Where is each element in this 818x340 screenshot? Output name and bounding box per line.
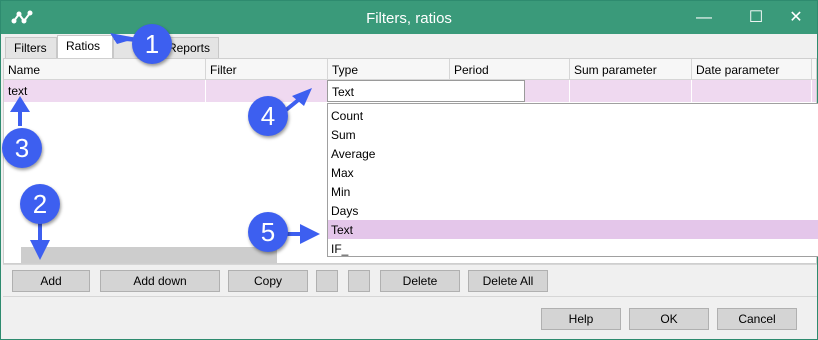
cell-date-parameter[interactable]: [692, 80, 812, 102]
copy-button[interactable]: Copy: [228, 270, 308, 292]
type-option-average[interactable]: Average: [328, 144, 818, 163]
callout-1: 1: [132, 24, 172, 64]
dialog-footer: Help OK Cancel: [3, 296, 817, 339]
type-option-if[interactable]: IF_: [328, 239, 818, 258]
callout-4: 4: [248, 96, 288, 136]
type-option-text[interactable]: Text: [328, 220, 818, 239]
callout-2: 2: [20, 184, 60, 224]
help-button[interactable]: Help: [541, 308, 621, 330]
column-header-type[interactable]: Type: [328, 59, 450, 80]
tab-ratios[interactable]: Ratios: [57, 35, 113, 58]
type-option-max[interactable]: Max: [328, 163, 818, 182]
tab-bar: Filters Ratios Reports: [3, 35, 817, 58]
grid-toolbar: Add Add down Copy Delete Delete All: [3, 264, 817, 294]
tab-filters-label: Filters: [14, 41, 47, 55]
type-option-min[interactable]: Min: [328, 182, 818, 201]
cell-sum-parameter[interactable]: [570, 80, 692, 102]
type-option-count[interactable]: Count: [328, 106, 818, 125]
add-button[interactable]: Add: [12, 270, 90, 292]
type-combobox[interactable]: Text: [327, 80, 525, 102]
tab-reports-label: Reports: [167, 41, 210, 55]
column-header-period[interactable]: Period: [450, 59, 570, 80]
grid-header: Name Filter Type Period Sum parameter Da…: [4, 59, 816, 80]
column-header-date-parameter[interactable]: Date parameter: [692, 59, 812, 80]
column-header-sum-parameter[interactable]: Sum parameter: [570, 59, 692, 80]
type-dropdown-list: Count Sum Average Max Min Days Text IF_: [327, 103, 818, 257]
type-option-days[interactable]: Days: [328, 201, 818, 220]
move-up-button[interactable]: [316, 270, 338, 292]
tab-ratios-label: Ratios: [66, 39, 101, 53]
callout-5: 5: [248, 212, 288, 252]
ok-button[interactable]: OK: [629, 308, 709, 330]
callout-3: 3: [2, 128, 42, 168]
title-bar: Filters, ratios — ☐ ✕: [1, 1, 817, 34]
close-icon[interactable]: ✕: [773, 1, 818, 34]
delete-all-button[interactable]: Delete All: [468, 270, 548, 292]
type-option-sum[interactable]: Sum: [328, 125, 818, 144]
delete-button[interactable]: Delete: [380, 270, 460, 292]
cell-name[interactable]: text: [4, 80, 206, 102]
add-down-button[interactable]: Add down: [100, 270, 220, 292]
column-header-name[interactable]: Name: [4, 59, 206, 80]
move-down-button[interactable]: [348, 270, 370, 292]
tab-filters[interactable]: Filters: [5, 37, 57, 58]
column-header-filter[interactable]: Filter: [206, 59, 328, 80]
cancel-button[interactable]: Cancel: [717, 308, 797, 330]
minimize-icon[interactable]: —: [681, 1, 727, 34]
filters-ratios-window: Filters, ratios — ☐ ✕ Filters Ratios Rep…: [0, 0, 818, 340]
horizontal-scrollbar[interactable]: [21, 247, 277, 263]
